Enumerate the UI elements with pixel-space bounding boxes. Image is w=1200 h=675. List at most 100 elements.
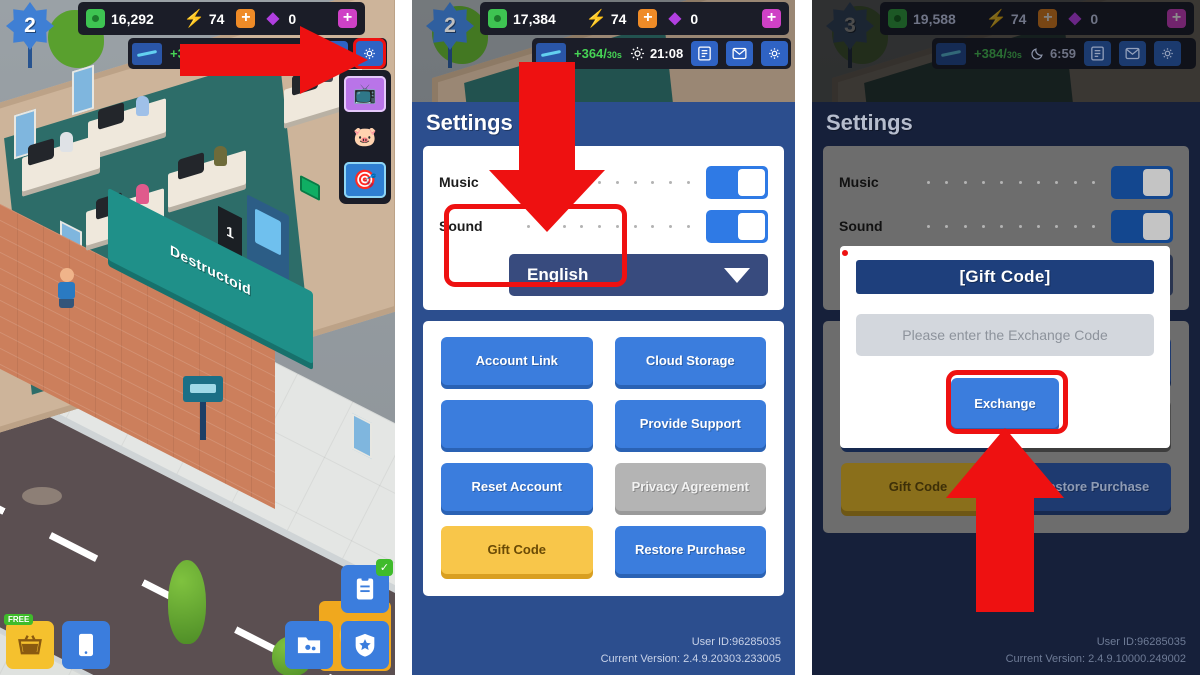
gem-icon: ◆ [668,10,682,27]
arrow-pointing-right-at-gear [180,24,370,96]
cash-display[interactable]: 19,588 [888,9,956,28]
video-reward-icon[interactable]: 🎯 [344,162,386,198]
add-energy-icon[interactable] [638,9,658,28]
phone-icon[interactable] [62,621,110,669]
tasks-icon[interactable] [691,41,719,66]
trend-chart-icon [132,42,162,65]
sound-toggle[interactable] [1111,209,1173,243]
gift-code-dialog: [Gift Code] Please enter the Exchange Co… [840,246,1170,448]
piggy-bank-icon[interactable]: 🐷 [344,119,386,155]
music-row: Music [823,160,1189,204]
income-rate: +364/30s [574,46,622,61]
add-gem-button[interactable] [1167,9,1186,28]
gift-code-button[interactable]: Gift Code [441,526,593,574]
cash-display[interactable]: 17,384 [488,9,556,28]
tasks-icon[interactable] [1083,41,1111,66]
music-slider-track[interactable] [925,180,1111,184]
restore-purchase-button[interactable]: Restore Purchase [614,526,766,574]
worker [136,96,149,116]
income-rate: +384/30s [974,46,1022,61]
chevron-down-icon [724,267,750,283]
shop-basket-icon[interactable]: FREE [4,614,54,669]
panel-gift-code-dialog: 3 19,588 ⚡ 74 ◆ 0 +384/30s [812,0,1200,675]
user-id: User ID:96285035 [1096,636,1186,648]
provide-support-button[interactable]: Provide Support [614,400,766,448]
cash-value: 17,384 [513,10,556,27]
account-footer: User ID:96285035 Current Version: 2.4.9.… [601,634,781,667]
sound-toggle[interactable] [706,209,768,243]
three-panel-tutorial-screenshot: 1 Destructoid 2 16,292 ⚡ 74 + ◆ 0 + 📺 🐷 … [0,0,1200,675]
privacy-agreement-button[interactable]: Privacy Agreement [614,463,766,511]
cash-icon [888,9,907,28]
add-energy-icon[interactable] [1038,9,1058,28]
mail-icon[interactable] [1118,41,1146,66]
gem-display[interactable]: ◆ 0 [1065,9,1098,28]
clock-value: 6:59 [1049,46,1076,61]
gem-value: 0 [690,10,699,27]
language-dropdown[interactable]: English [509,254,768,296]
staff-folder-icon[interactable] [285,621,333,669]
hidden-button[interactable] [441,400,593,448]
clock-value: 21:08 [649,46,684,61]
worker [136,184,149,204]
pedestrian [58,268,75,308]
reset-account-button[interactable]: Reset Account [441,463,593,511]
cloud-storage-button[interactable]: Cloud Storage [614,337,766,385]
game-clock: 6:59 [1030,46,1076,61]
income-hud: +384/30s 6:59 [932,38,1196,69]
isometric-city-scene: 1 Destructoid 2 [0,0,395,675]
sound-row: Sound [823,204,1189,248]
settings-gear-button[interactable] [761,41,789,66]
cash-display[interactable]: 16,292 [86,9,154,28]
level-badge[interactable]: 2 [6,2,54,50]
settings-gear-button[interactable] [1153,41,1181,66]
add-gem-icon[interactable] [762,9,781,28]
cash-icon [488,9,507,28]
dialog-title: [Gift Code] [856,260,1154,294]
lightning-bolt-icon: ⚡ [985,9,1007,28]
tasks-button-wrap: ✓ [341,559,393,613]
cash-value: 19,588 [913,10,956,27]
manhole-cover [22,487,62,505]
account-footer: User ID:96285035 Current Version: 2.4.9.… [1006,634,1186,667]
user-id: User ID:96285035 [691,636,781,648]
language-value: English [527,265,589,284]
tasks-clipboard-icon[interactable]: ✓ [341,559,393,613]
cash-icon [86,9,105,28]
exchange-code-input[interactable]: Please enter the Exchange Code [856,314,1154,356]
panel-settings: 2 17,384 ⚡ 74 ◆ 0 +364/30s [412,0,795,675]
sun-icon [630,46,644,61]
energy-display[interactable]: ⚡ 74 [986,9,1058,28]
task-complete-check: ✓ [376,559,393,576]
gem-display[interactable]: ◆ 0 [665,9,698,28]
mail-icon[interactable] [726,41,754,66]
panel-divider-2 [795,0,812,675]
music-toggle[interactable] [1111,165,1173,199]
panel-divider-1 [395,0,412,675]
resource-hud: 19,588 ⚡ 74 ◆ 0 [880,2,1194,35]
account-link-button[interactable]: Account Link [441,337,593,385]
gem-icon: ◆ [1068,10,1082,27]
settings-title: Settings [826,110,913,135]
app-version: Current Version: 2.4.9.20303.233005 [600,652,781,665]
sound-slider-track[interactable] [925,224,1111,228]
settings-button-grid: Account Link Cloud Storage Provide Suppo… [441,337,766,574]
energy-display[interactable]: ⚡ 74 [586,9,658,28]
exchange-code-placeholder: Please enter the Exchange Code [902,327,1108,343]
tree [168,560,206,644]
worker [60,132,73,152]
exchange-button[interactable]: Exchange [951,378,1059,428]
app-version: Current Version: 2.4.9.10000.249002 [1005,652,1186,665]
free-badge: FREE [4,614,34,625]
music-toggle[interactable] [706,165,768,199]
gem-value: 0 [1090,10,1099,27]
add-gem-button[interactable] [762,9,781,28]
bottom-right-buttons [285,621,389,669]
add-gem-icon[interactable] [1167,9,1186,28]
energy-value: 74 [1010,10,1027,27]
energy-value: 74 [610,10,627,27]
worker [214,146,227,166]
moon-icon [1031,48,1043,60]
rank-shield-icon[interactable] [341,621,389,669]
cash-value: 16,292 [111,10,154,27]
